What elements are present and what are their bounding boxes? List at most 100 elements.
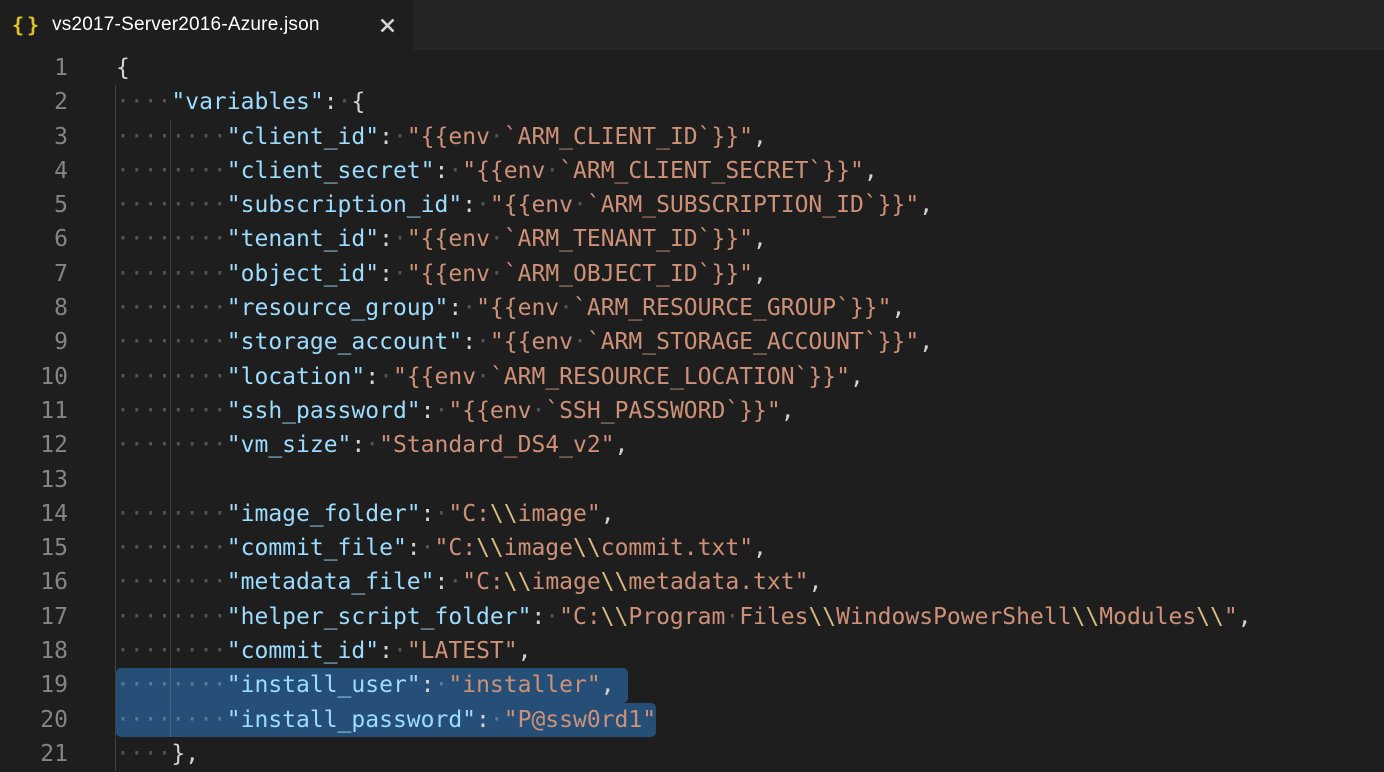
code-editor[interactable]: 1 {2 ····"variables":·{ 3 ········"client_id… [0,50,1384,772]
code-tokens: ········"metadata_file":·"C:\\image\\met… [116,569,822,595]
code-token: ········ [116,158,227,184]
code-line: 2 ····"variables":·{ [0,85,1384,119]
code-tokens: ········"install_password":·"P@ssw0rd1" [116,707,656,733]
code-token: · [490,226,504,252]
code-token: "variables" [171,89,323,115]
code-token: · [531,398,545,424]
line-number[interactable]: 9 [0,325,68,359]
code-token: ···· [116,741,171,767]
line-number[interactable]: 6 [0,222,68,256]
indent-guide [115,85,116,771]
code-token: , [601,501,615,527]
line-number[interactable]: 18 [0,634,68,668]
line-number[interactable]: 10 [0,360,68,394]
code-line-content[interactable]: ········"helper_script_folder":·"C:\\Pro… [116,600,1384,634]
code-line-content[interactable]: { [116,51,1384,85]
code-token: `ARM_RESOURCE_GROUP`}}" [573,295,892,321]
close-icon[interactable] [375,13,399,37]
code-tokens: ········"client_secret":·"{{env·`ARM_CLI… [116,158,878,184]
code-token: "{{env [490,329,573,355]
code-line-content[interactable]: ········"location":·"{{env·`ARM_RESOURCE… [116,360,1384,394]
code-token: : [407,535,421,561]
line-number[interactable]: 15 [0,531,68,565]
code-token: "C: [462,569,504,595]
code-token: \\ [1196,604,1224,630]
code-token: · [490,707,504,733]
line-number[interactable]: 21 [0,737,68,771]
code-token: `ARM_CLIENT_ID`}}" [504,124,753,150]
code-line: 16 ········"metadata_file":·"C:\\image\\m… [0,565,1384,599]
code-token: : [379,638,393,664]
code-line-content[interactable]: ········"resource_group":·"{{env·`ARM_RE… [116,291,1384,325]
code-line-content[interactable]: ········"metadata_file":·"C:\\image\\met… [116,565,1384,599]
line-number[interactable]: 12 [0,428,68,462]
line-number[interactable]: 16 [0,565,68,599]
code-line-content[interactable]: ········"install_user":·"installer", [116,668,1384,702]
code-token: "installer" [448,672,600,698]
code-token: · [393,226,407,252]
line-number[interactable]: 5 [0,188,68,222]
code-line-content[interactable]: ········"client_id":·"{{env·`ARM_CLIENT_… [116,120,1384,154]
code-token: : [351,432,365,458]
code-line: 21 ····}, [0,737,1384,771]
code-line-content[interactable]: ········"commit_id":·"LATEST", [116,634,1384,668]
code-token: "ssh_password" [227,398,421,424]
code-token: : [379,261,393,287]
code-token: "{{env [393,364,476,390]
tab-vs2017-server2016-azure-json[interactable]: {} vs2017-Server2016-Azure.json [0,0,413,50]
line-number[interactable]: 7 [0,257,68,291]
code-token: : [448,295,462,321]
code-line-content[interactable]: ········"vm_size":·"Standard_DS4_v2", [116,428,1384,462]
code-line-content[interactable]: ········"image_folder":·"C:\\image", [116,497,1384,531]
code-token: `ARM_OBJECT_ID`}}" [504,261,753,287]
code-token: ········ [116,124,227,150]
code-line-content[interactable]: ········"subscription_id":·"{{env·`ARM_S… [116,188,1384,222]
code-line-content[interactable]: ········"storage_account":·"{{env·`ARM_S… [116,325,1384,359]
line-number[interactable]: 17 [0,600,68,634]
code-line: 20 ········"install_password":·"P@ssw0rd1… [0,703,1384,737]
code-token: Files [739,604,808,630]
code-token: : [435,158,449,184]
code-line-content[interactable]: ········"ssh_password":·"{{env·`SSH_PASS… [116,394,1384,428]
line-number[interactable]: 14 [0,497,68,531]
code-token: · [476,192,490,218]
code-line-content[interactable]: ········"commit_file":·"C:\\image\\commi… [116,531,1384,565]
code-token: "LATEST" [407,638,518,664]
code-token: · [573,329,587,355]
code-token: : [421,501,435,527]
code-tokens: ········"ssh_password":·"{{env·`SSH_PASS… [116,398,795,424]
line-number[interactable]: 4 [0,154,68,188]
code-token: · [421,535,435,561]
line-number[interactable]: 2 [0,85,68,119]
code-tokens: ········"helper_script_folder":·"C:\\Pro… [116,604,1252,630]
line-number[interactable]: 1 [0,51,68,85]
line-number[interactable]: 19 [0,668,68,702]
line-number[interactable]: 13 [0,463,68,497]
code-line: 10 ········"location":·"{{env·`ARM_RESOUR… [0,360,1384,394]
code-line: 13 [0,463,1384,497]
code-line-content[interactable]: ····"variables":·{ [116,85,1384,119]
code-token: "{{env [407,261,490,287]
line-number[interactable]: 8 [0,291,68,325]
code-token: " [1224,604,1238,630]
line-number[interactable]: 11 [0,394,68,428]
code-line-content[interactable]: ········"install_password":·"P@ssw0rd1" [116,703,1384,737]
code-line-content[interactable]: ········"tenant_id":·"{{env·`ARM_TENANT_… [116,222,1384,256]
code-token: · [435,501,449,527]
line-number[interactable]: 3 [0,120,68,154]
code-line-content[interactable]: ········"client_secret":·"{{env·`ARM_CLI… [116,154,1384,188]
code-line-content[interactable] [116,463,1384,497]
code-line: 17 ········"helper_script_folder":·"C:\\P… [0,600,1384,634]
code-token: , [753,535,767,561]
code-line-content[interactable]: ····}, [116,737,1384,771]
code-token: image" [518,501,601,527]
line-number[interactable]: 20 [0,703,68,737]
code-line-content[interactable]: ········"object_id":·"{{env·`ARM_OBJECT_… [116,257,1384,291]
code-token: ········ [116,261,227,287]
code-token: "C: [448,501,490,527]
code-token: metadata.txt" [628,569,808,595]
code-token: · [573,192,587,218]
code-token: , [808,569,822,595]
code-token: · [545,158,559,184]
code-token: "image_folder" [227,501,421,527]
